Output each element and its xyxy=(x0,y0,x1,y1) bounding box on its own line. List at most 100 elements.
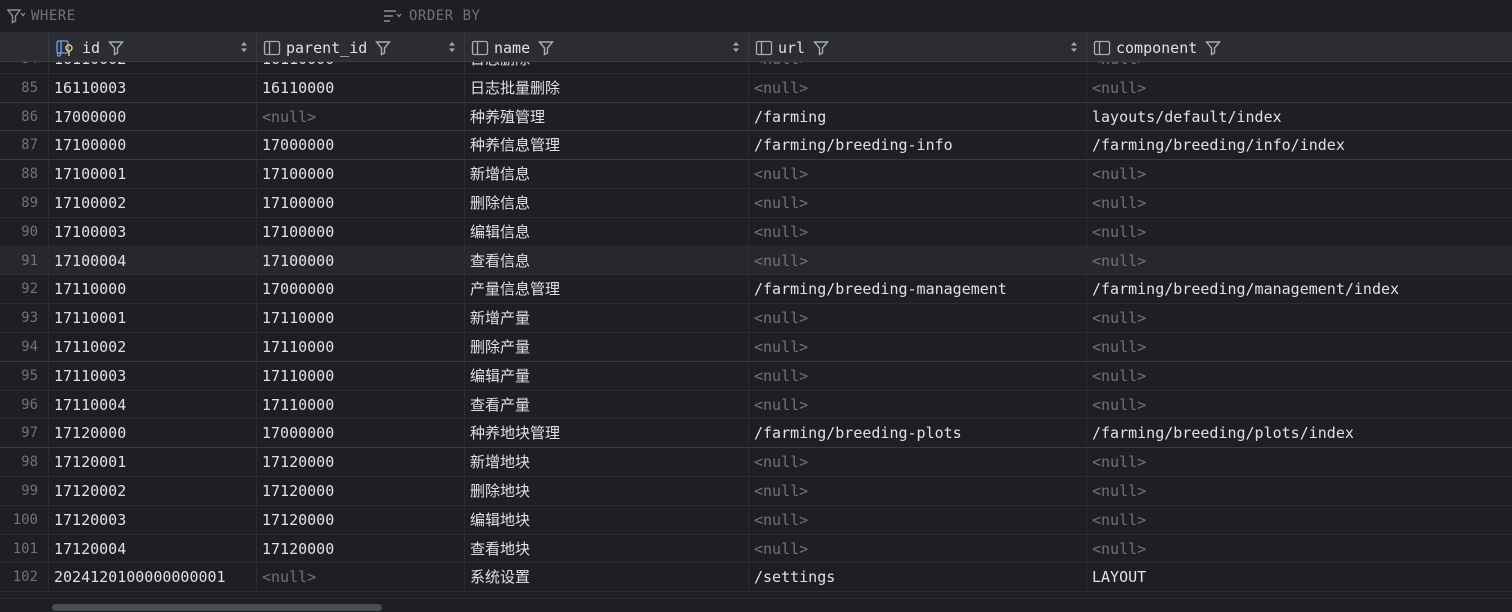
table-row[interactable]: 92 17110000 17000000 产量信息管理/farming/breedin… xyxy=(0,275,1512,305)
cell-name[interactable]: 种养地块管理 xyxy=(464,419,748,449)
cell-url[interactable]: <null> xyxy=(748,332,1086,362)
cell-url[interactable]: /farming/breeding-management xyxy=(748,275,1086,305)
cell-parent-id[interactable]: 17110000 xyxy=(256,390,464,420)
horizontal-scrollbar[interactable] xyxy=(0,598,1512,612)
column-header-id[interactable]: id xyxy=(48,33,256,62)
cell-url[interactable]: /farming/breeding-info xyxy=(748,131,1086,161)
table-row[interactable]: 95 17110003 17110000 编辑产量 <null> <null> xyxy=(0,361,1512,391)
cell-url[interactable]: <null> xyxy=(748,390,1086,420)
cell-url[interactable]: /settings xyxy=(748,563,1086,593)
cell-parent-id[interactable]: 17120000 xyxy=(256,505,464,535)
column-filter-icon[interactable] xyxy=(538,40,555,56)
column-filter-icon[interactable] xyxy=(108,40,125,56)
cell-parent-id[interactable]: 17100000 xyxy=(256,188,464,218)
cell-name[interactable]: 产量信息管理 xyxy=(464,275,748,305)
sort-toggle-icon[interactable] xyxy=(240,40,248,54)
column-header-parent-id[interactable]: parent_id xyxy=(256,33,464,62)
cell-parent-id[interactable]: 17120000 xyxy=(256,448,464,477)
cell-parent-id[interactable]: 17100000 xyxy=(256,160,464,189)
cell-parent-id[interactable]: 17110000 xyxy=(256,304,464,333)
column-header-name[interactable]: name xyxy=(464,33,748,62)
table-row[interactable]: 89 17100002 17100000 删除信息 <null> <null> xyxy=(0,188,1512,218)
cell-component[interactable]: /farming/breeding/plots/index xyxy=(1086,419,1512,449)
table-row[interactable]: 96 17110004 17110000 查看产量 <null> <null> xyxy=(0,390,1512,420)
cell-id[interactable]: 16110002 xyxy=(48,62,256,74)
cell-component[interactable]: <null> xyxy=(1086,160,1512,189)
table-row[interactable]: 91 17100004 17100000 查看信息 <null> <null> xyxy=(0,246,1512,276)
order-by-filter[interactable]: ORDER BY xyxy=(383,7,480,25)
horizontal-scrollbar-thumb[interactable] xyxy=(52,604,382,611)
data-grid[interactable]: 841611000216110000日志删除<null><null>851611… xyxy=(0,62,1512,598)
cell-id[interactable]: 17100001 xyxy=(48,160,256,189)
column-filter-icon[interactable] xyxy=(813,40,830,56)
cell-url[interactable]: <null> xyxy=(748,217,1086,247)
cell-parent-id[interactable]: 17100000 xyxy=(256,217,464,247)
column-filter-icon[interactable] xyxy=(375,40,392,56)
cell-parent-id[interactable]: 17000000 xyxy=(256,131,464,161)
cell-url[interactable]: <null> xyxy=(748,505,1086,535)
cell-url[interactable]: <null> xyxy=(748,476,1086,506)
cell-parent-id[interactable]: 17120000 xyxy=(256,476,464,506)
cell-id[interactable]: 17110003 xyxy=(48,361,256,391)
table-row[interactable]: 87 17100000 17000000 种养信息管理/farming/breedin… xyxy=(0,131,1512,161)
cell-id[interactable]: 17110004 xyxy=(48,390,256,420)
cell-component[interactable]: <null> xyxy=(1086,361,1512,391)
cell-url[interactable]: <null> xyxy=(748,62,1086,74)
table-row[interactable]: 102 2024120100000000001 <null> 系统设置/setting… xyxy=(0,563,1512,593)
cell-parent-id[interactable]: <null> xyxy=(256,102,464,132)
cell-url[interactable]: <null> xyxy=(748,73,1086,103)
cell-parent-id[interactable]: 17120000 xyxy=(256,534,464,564)
table-row[interactable]: 86 17000000 <null> 种养殖管理/farming layouts/def… xyxy=(0,102,1512,132)
cell-component[interactable]: <null> xyxy=(1086,246,1512,276)
cell-component[interactable]: <null> xyxy=(1086,534,1512,564)
cell-parent-id[interactable]: 16110000 xyxy=(256,62,464,74)
cell-component[interactable]: <null> xyxy=(1086,390,1512,420)
cell-id[interactable]: 17000000 xyxy=(48,102,256,132)
cell-component[interactable]: <null> xyxy=(1086,332,1512,362)
cell-parent-id[interactable]: 17000000 xyxy=(256,419,464,449)
cell-id[interactable]: 17110000 xyxy=(48,275,256,305)
cell-url[interactable]: <null> xyxy=(748,361,1086,391)
table-row[interactable]: 101 17120004 17120000 查看地块 <null> <null> xyxy=(0,534,1512,564)
cell-id[interactable]: 16110003 xyxy=(48,73,256,103)
cell-name[interactable]: 系统设置 xyxy=(464,563,748,593)
cell-id[interactable]: 17110002 xyxy=(48,332,256,362)
cell-id[interactable]: 17100004 xyxy=(48,246,256,276)
cell-name[interactable]: 编辑信息 xyxy=(464,217,748,247)
sort-toggle-icon[interactable] xyxy=(448,40,456,54)
cell-parent-id[interactable]: 17100000 xyxy=(256,246,464,276)
cell-id[interactable]: 17120000 xyxy=(48,419,256,449)
cell-id[interactable]: 17120002 xyxy=(48,476,256,506)
table-row[interactable]: 88 17100001 17100000 新增信息 <null> <null> xyxy=(0,160,1512,189)
cell-id[interactable]: 17110001 xyxy=(48,304,256,333)
cell-component[interactable]: <null> xyxy=(1086,217,1512,247)
cell-component[interactable]: <null> xyxy=(1086,188,1512,218)
cell-url[interactable]: /farming/breeding-plots xyxy=(748,419,1086,449)
sort-toggle-icon[interactable] xyxy=(1070,40,1078,54)
column-header-component[interactable]: component xyxy=(1086,33,1512,62)
cell-component[interactable]: <null> xyxy=(1086,476,1512,506)
cell-url[interactable]: <null> xyxy=(748,448,1086,477)
table-row[interactable]: 841611000216110000日志删除<null><null> xyxy=(0,62,1512,74)
cell-url[interactable]: /farming xyxy=(748,102,1086,132)
cell-component[interactable]: /farming/breeding/info/index xyxy=(1086,131,1512,161)
cell-name[interactable]: 日志批量删除 xyxy=(464,73,748,103)
cell-url[interactable]: <null> xyxy=(748,246,1086,276)
table-row[interactable]: 90 17100003 17100000 编辑信息 <null> <null> xyxy=(0,217,1512,247)
cell-name[interactable]: 删除产量 xyxy=(464,332,748,362)
cell-component[interactable]: <null> xyxy=(1086,62,1512,74)
table-row[interactable]: 85 16110003 16110000 日志批量删除 <null> <null> xyxy=(0,73,1512,103)
cell-parent-id[interactable]: 17110000 xyxy=(256,361,464,391)
cell-name[interactable]: 编辑地块 xyxy=(464,505,748,535)
table-row[interactable]: 97 17120000 17000000 种养地块管理/farming/breedin… xyxy=(0,419,1512,449)
cell-name[interactable]: 编辑产量 xyxy=(464,361,748,391)
cell-id[interactable]: 17120003 xyxy=(48,505,256,535)
cell-component[interactable]: <null> xyxy=(1086,304,1512,333)
cell-name[interactable]: 查看地块 xyxy=(464,534,748,564)
cell-parent-id[interactable]: 16110000 xyxy=(256,73,464,103)
cell-name[interactable]: 查看产量 xyxy=(464,390,748,420)
cell-component[interactable]: /farming/breeding/management/index xyxy=(1086,275,1512,305)
cell-url[interactable]: <null> xyxy=(748,534,1086,564)
cell-name[interactable]: 种养信息管理 xyxy=(464,131,748,161)
cell-name[interactable]: 种养殖管理 xyxy=(464,102,748,132)
